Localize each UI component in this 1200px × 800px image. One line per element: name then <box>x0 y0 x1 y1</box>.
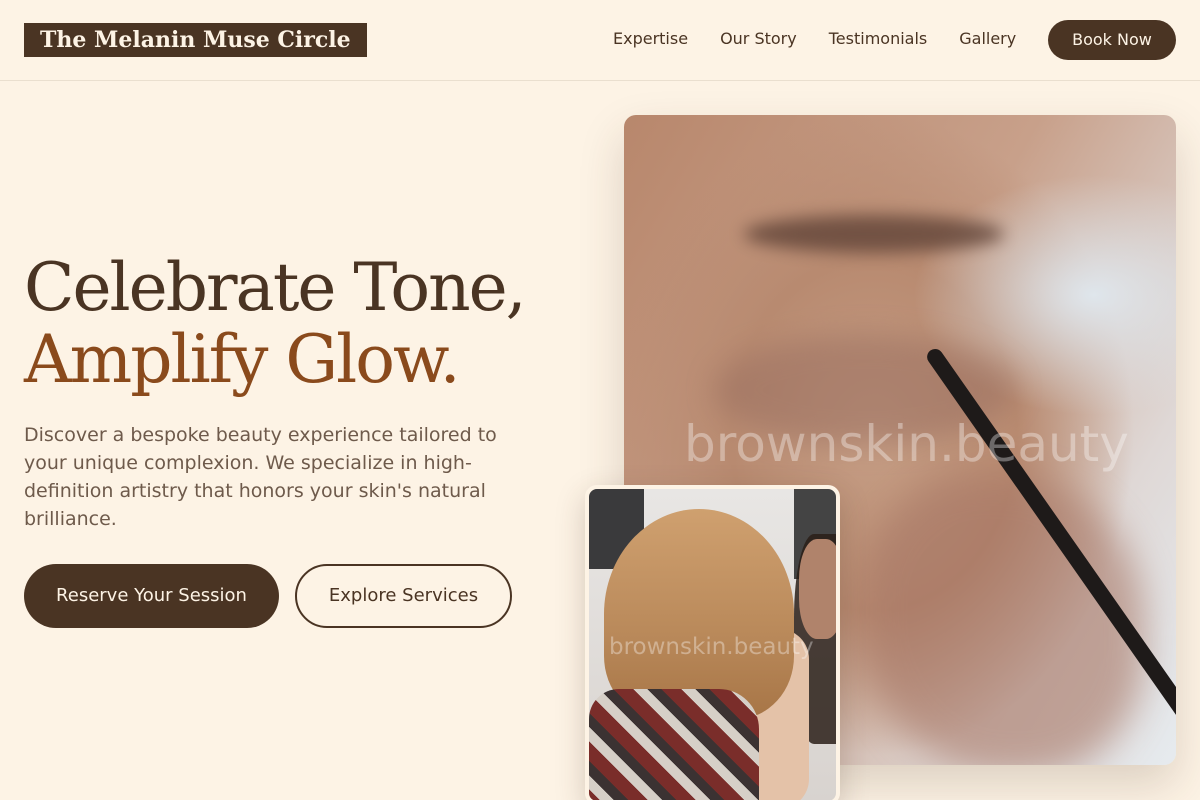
nav-item-expertise[interactable]: Expertise <box>613 29 688 49</box>
main-image-watermark: brownskin.beauty <box>684 415 1129 473</box>
hero-headline-line-2: Amplify Glow. <box>24 321 461 398</box>
hero-secondary-image: brownskin.beauty <box>585 485 840 800</box>
reserve-session-button[interactable]: Reserve Your Session <box>24 564 279 628</box>
secondary-image-watermark: brownskin.beauty <box>609 634 814 660</box>
main-nav: Expertise Our Story Testimonials Gallery <box>613 29 1048 49</box>
brand-logo[interactable]: The Melanin Muse Circle <box>24 23 367 57</box>
image-hand-detail <box>864 475 1144 765</box>
explore-services-button[interactable]: Explore Services <box>295 564 512 628</box>
nav-item-gallery[interactable]: Gallery <box>959 29 1016 49</box>
image-eyebrow-detail <box>744 215 1004 253</box>
nav-item-testimonials[interactable]: Testimonials <box>829 29 928 49</box>
hero-headline: Celebrate Tone, Amplify Glow. <box>24 252 584 396</box>
book-now-button[interactable]: Book Now <box>1048 20 1176 60</box>
nav-item-our-story[interactable]: Our Story <box>720 29 797 49</box>
site-header: The Melanin Muse Circle Expertise Our St… <box>0 0 1200 81</box>
image-client-face <box>799 539 836 639</box>
hero-description: Discover a bespoke beauty experience tai… <box>24 424 497 530</box>
image-artist-shirt <box>589 689 759 800</box>
hero-headline-line-1: Celebrate Tone, <box>24 249 527 326</box>
image-artist-hair <box>604 509 794 719</box>
